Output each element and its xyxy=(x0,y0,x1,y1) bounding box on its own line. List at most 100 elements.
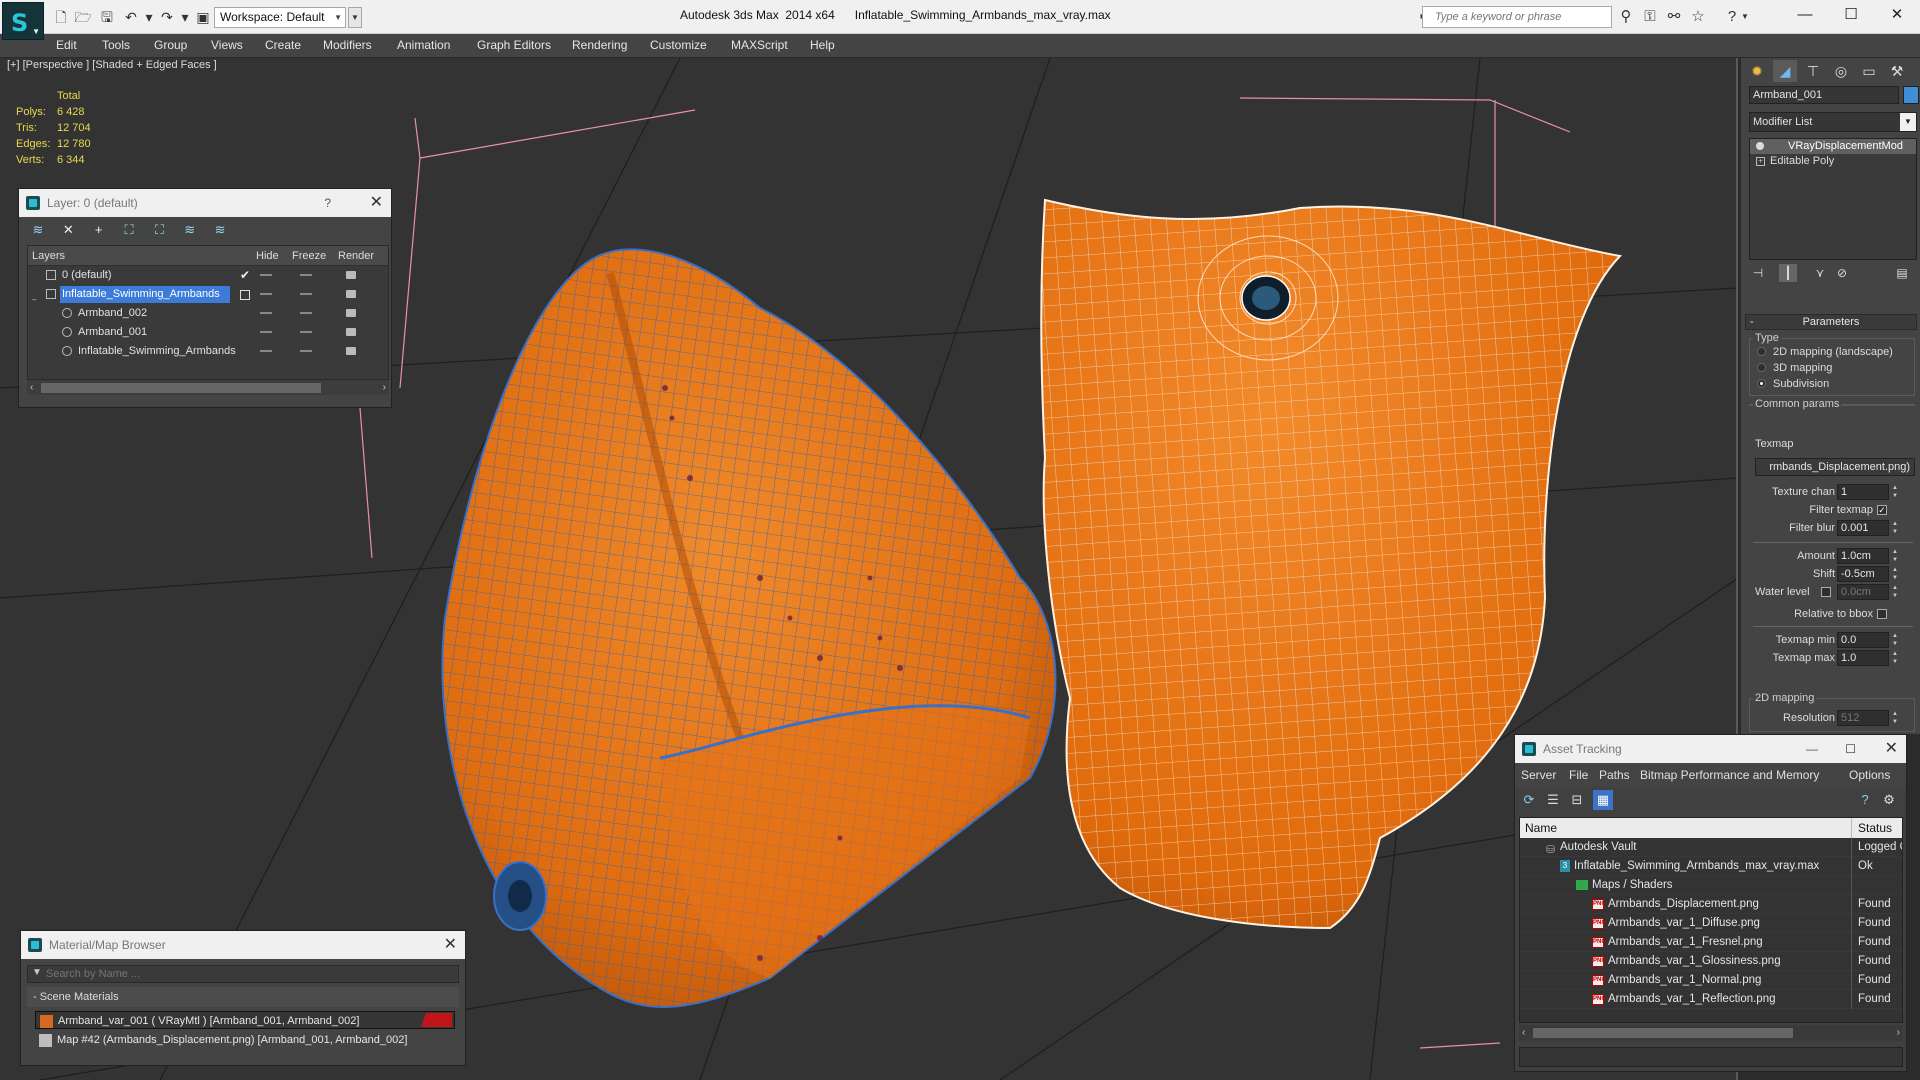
menu-rendering[interactable]: Rendering xyxy=(572,34,627,58)
radio-button[interactable] xyxy=(1757,363,1766,372)
minimize-icon[interactable]: — xyxy=(1782,0,1828,30)
scrollbar-thumb[interactable] xyxy=(1533,1028,1793,1038)
make-unique-icon[interactable]: ⋎ xyxy=(1811,264,1829,282)
open-file-icon[interactable]: 🗁 xyxy=(74,8,92,26)
layer-panel-titlebar[interactable]: Layer: 0 (default) ? ✕ xyxy=(19,189,391,217)
material-search-box[interactable]: ▼ xyxy=(27,965,459,983)
scroll-left-icon[interactable]: ‹ xyxy=(1522,1025,1525,1041)
delete-layer-icon[interactable]: ✕ xyxy=(57,221,79,239)
hide-toggle[interactable] xyxy=(260,274,272,276)
column-layers[interactable]: Layers xyxy=(32,246,65,266)
asset-row[interactable]: PNG Armbands_var_1_Glossiness.png Found xyxy=(1520,952,1902,971)
column-status[interactable]: Status xyxy=(1858,818,1892,838)
scroll-right-icon[interactable]: › xyxy=(383,380,386,396)
column-render[interactable]: Render xyxy=(338,246,374,266)
subscription-icon[interactable]: ⚿ xyxy=(1640,8,1660,26)
asset-menu-options[interactable]: Options xyxy=(1849,763,1890,787)
favorites-star-icon[interactable]: ☆ xyxy=(1688,8,1708,26)
current-layer-check-icon[interactable]: ✔ xyxy=(240,266,250,285)
expand-icon[interactable]: + xyxy=(1756,157,1765,166)
spinner-arrows-icon[interactable]: ▲ ▼ xyxy=(1891,710,1899,726)
asset-menu-bitmap-performance[interactable]: Bitmap Performance and Memory xyxy=(1640,763,1819,787)
stack-item-vraydisplacement[interactable]: VRayDisplacementMod xyxy=(1750,139,1916,154)
menu-modifiers[interactable]: Modifiers xyxy=(323,34,372,58)
communication-icon[interactable]: ⚯ xyxy=(1664,8,1684,26)
shift-field[interactable]: -0.5cm xyxy=(1837,566,1889,582)
spinner-arrows-icon[interactable]: ▲ ▼ xyxy=(1891,520,1899,536)
radio-3d-mapping[interactable]: 3D mapping xyxy=(1757,360,1832,376)
menu-group[interactable]: Group xyxy=(154,34,187,58)
column-name[interactable]: Name xyxy=(1525,818,1557,838)
menu-animation[interactable]: Animation xyxy=(397,34,450,58)
hide-all-layers-icon[interactable]: ≋ xyxy=(209,221,231,239)
search-input[interactable] xyxy=(1423,7,1611,27)
radio-button[interactable] xyxy=(1757,347,1766,356)
water-level-checkbox[interactable] xyxy=(1821,587,1831,597)
asset-row[interactable]: PNG Armbands_var_1_Fresnel.png Found xyxy=(1520,933,1902,952)
asset-row[interactable]: PNG Armbands_var_1_Diffuse.png Found xyxy=(1520,914,1902,933)
column-freeze[interactable]: Freeze xyxy=(292,246,326,266)
material-search-input[interactable] xyxy=(46,966,456,982)
asset-menu-file[interactable]: File xyxy=(1569,763,1588,787)
horizontal-scrollbar[interactable]: ‹ › xyxy=(27,379,389,395)
freeze-toggle[interactable] xyxy=(300,274,312,276)
material-item[interactable]: Armband_var_001 ( VRayMtl ) [Armband_001… xyxy=(35,1011,455,1029)
minimize-icon[interactable]: — xyxy=(1806,735,1818,763)
asset-row[interactable]: PNG Armbands_Displacement.png Found xyxy=(1520,895,1902,914)
close-icon[interactable]: ✕ xyxy=(1885,735,1898,763)
close-icon[interactable]: ✕ xyxy=(1874,0,1920,30)
search-box[interactable] xyxy=(1422,6,1612,28)
create-tab-icon[interactable]: ✹ xyxy=(1745,60,1769,82)
spinner-arrows-icon[interactable]: ▲ ▼ xyxy=(1891,584,1899,600)
help-icon[interactable]: ? xyxy=(324,189,331,217)
hierarchy-tab-icon[interactable]: ⊤ xyxy=(1801,60,1825,82)
scene-materials-section[interactable]: - Scene Materials xyxy=(27,987,459,1007)
texture-chan-field[interactable]: 1 xyxy=(1837,484,1889,500)
menu-maxscript[interactable]: MAXScript xyxy=(731,34,788,58)
help-dropdown-icon[interactable]: ▼ xyxy=(1740,8,1750,26)
refresh-icon[interactable]: ⟳ xyxy=(1519,790,1539,810)
spinner-arrows-icon[interactable]: ▲ ▼ xyxy=(1891,566,1899,582)
select-objects-icon[interactable]: ⛶ xyxy=(118,221,140,239)
freeze-toggle[interactable] xyxy=(300,350,312,352)
menu-tools[interactable]: Tools xyxy=(102,34,130,58)
menu-help[interactable]: Help xyxy=(810,34,835,58)
texmap-button[interactable]: rmbands_Displacement.png) xyxy=(1755,458,1915,476)
binoculars-icon[interactable]: ⚲ xyxy=(1616,8,1636,26)
modify-tab-icon[interactable]: ◢ xyxy=(1773,60,1797,82)
water-level-field[interactable]: 0.0cm xyxy=(1837,584,1889,600)
object-name-field[interactable] xyxy=(1749,86,1899,104)
thumbnail-view-icon[interactable]: ⊟ xyxy=(1567,790,1587,810)
layer-row[interactable]: 0 (default) ✔ xyxy=(28,266,388,285)
material-item[interactable]: Map #42 (Armbands_Displacement.png) [Arm… xyxy=(35,1031,455,1049)
maximize-icon[interactable]: ☐ xyxy=(1845,735,1856,763)
render-teapot-icon[interactable] xyxy=(346,328,356,336)
material-panel-titlebar[interactable]: Material/Map Browser ✕ xyxy=(21,931,465,959)
help-icon[interactable]: ? xyxy=(1855,790,1875,810)
asset-row[interactable]: 3 Inflatable_Swimming_Armbands_max_vray.… xyxy=(1520,857,1902,876)
asset-row[interactable]: Maps / Shaders xyxy=(1520,876,1902,895)
radio-button-selected[interactable] xyxy=(1757,379,1766,388)
menu-edit[interactable]: Edit xyxy=(56,34,77,58)
redo-icon[interactable]: ↷ xyxy=(158,8,176,26)
configure-sets-icon[interactable]: ▤ xyxy=(1893,264,1911,282)
new-file-icon[interactable]: 🗋 xyxy=(52,8,70,26)
menu-customize[interactable]: Customize xyxy=(650,34,707,58)
horizontal-scrollbar[interactable]: ‹ › xyxy=(1519,1025,1903,1041)
render-teapot-icon[interactable] xyxy=(346,290,356,298)
texmap-max-field[interactable]: 1.0 xyxy=(1837,650,1889,666)
spinner-arrows-icon[interactable]: ▲ ▼ xyxy=(1891,484,1899,500)
workspace-menu-button[interactable]: ▼ xyxy=(348,7,362,28)
lightbulb-icon[interactable] xyxy=(1756,142,1764,150)
render-teapot-icon[interactable] xyxy=(346,309,356,317)
hide-toggle[interactable] xyxy=(260,312,272,314)
scroll-right-icon[interactable]: › xyxy=(1897,1025,1900,1041)
close-icon[interactable]: ✕ xyxy=(444,931,457,959)
settings-icon[interactable]: ⚙ xyxy=(1879,790,1899,810)
asset-menu-paths[interactable]: Paths xyxy=(1599,763,1630,787)
create-layer-icon[interactable]: ≋ xyxy=(27,221,49,239)
hide-toggle[interactable] xyxy=(260,293,272,295)
workspace-dropdown[interactable]: Workspace: Default ▼ xyxy=(214,7,346,28)
project-folder-icon[interactable]: ▣ xyxy=(194,8,212,26)
show-end-result-icon[interactable]: ┃ xyxy=(1779,264,1797,282)
